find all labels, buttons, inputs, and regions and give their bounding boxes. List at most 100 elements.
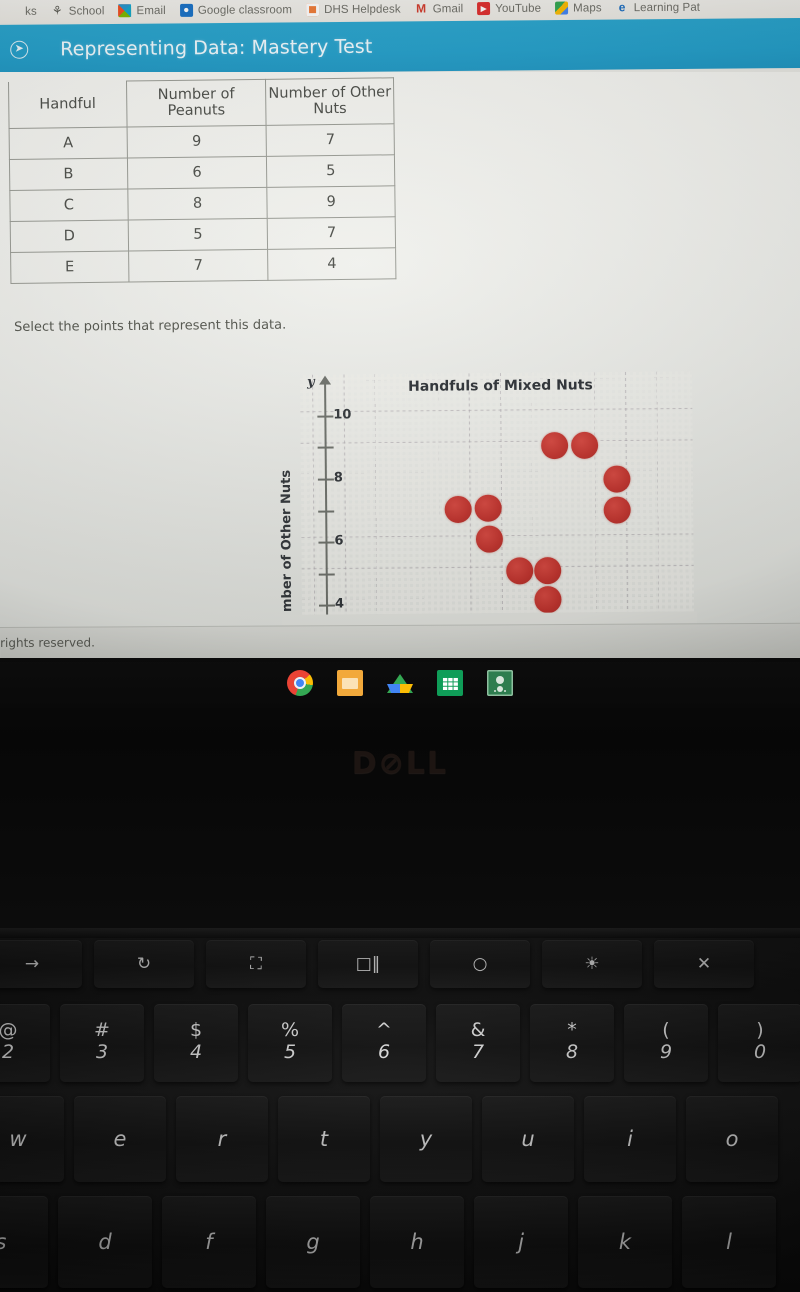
table-row: B 6 5: [9, 154, 395, 191]
reload-key[interactable]: ↻: [94, 940, 194, 988]
key-j[interactable]: j: [474, 1196, 568, 1288]
key-8[interactable]: * 8: [530, 1004, 614, 1082]
bookmark-maps[interactable]: Maps: [548, 0, 609, 18]
key-shift-label: *: [567, 1019, 577, 1042]
key-k[interactable]: k: [578, 1196, 672, 1288]
key-e[interactable]: e: [74, 1096, 166, 1182]
keyboard-qwerty-row[interactable]: wertyuio: [0, 1096, 778, 1182]
bookmark-label: ks: [25, 5, 37, 18]
scatter-chart[interactable]: Handfuls of Mixed Nuts y mber of Other N…: [279, 371, 698, 645]
google-classroom-icon[interactable]: [487, 670, 513, 696]
keyboard-home-row[interactable]: sdfghjkl: [0, 1196, 776, 1288]
key-t[interactable]: t: [278, 1096, 370, 1182]
bookmark-gmail[interactable]: M Gmail: [408, 0, 471, 19]
key-u[interactable]: u: [482, 1096, 574, 1182]
key-o[interactable]: o: [686, 1096, 778, 1182]
bookmark-school[interactable]: ⚘ School: [44, 1, 112, 21]
bookmark-label: Email: [136, 4, 166, 17]
forward-key[interactable]: →: [0, 940, 82, 988]
key-6[interactable]: ^ 6: [342, 1004, 426, 1082]
generic-icon: [7, 5, 20, 18]
key-y[interactable]: y: [380, 1096, 472, 1182]
keyboard-function-row[interactable]: → ↻ ⛶ □‖ ○ ☀ ✕: [0, 940, 754, 988]
table-row: D 5 7: [10, 216, 396, 253]
google-slides-icon[interactable]: [337, 670, 363, 696]
key-3[interactable]: #3: [60, 1004, 144, 1082]
key-r[interactable]: r: [176, 1096, 268, 1182]
chrome-icon[interactable]: [287, 670, 313, 696]
key-5[interactable]: % 5: [248, 1004, 332, 1082]
data-point[interactable]: [603, 496, 631, 524]
cell-handful: C: [9, 189, 128, 222]
key-i[interactable]: i: [584, 1096, 676, 1182]
mute-key[interactable]: ✕: [654, 940, 754, 988]
table-header-row: Handful Number of Peanuts Number of Othe…: [8, 77, 395, 129]
key-shift-label: $: [189, 1019, 203, 1042]
bookmark-google-classroom[interactable]: ● Google classroom: [173, 0, 299, 20]
key-7[interactable]: & 7: [436, 1004, 520, 1082]
key-label: 9: [659, 1041, 673, 1064]
gmail-icon: M: [416, 1, 427, 16]
y-tick-label-6: 6: [334, 533, 344, 549]
chart-gridlines: [299, 371, 695, 615]
data-point[interactable]: [571, 431, 599, 459]
bookmark-youtube[interactable]: ▶ YouTube: [470, 0, 548, 19]
key-shift-label: @: [0, 1019, 18, 1042]
key-h[interactable]: h: [370, 1196, 464, 1288]
data-point[interactable]: [541, 431, 569, 460]
brightness-up-key[interactable]: ☀: [542, 940, 642, 988]
brightness-down-key[interactable]: ○: [430, 940, 530, 988]
y-tick-label-10: 10: [333, 407, 352, 423]
back-arrow-circle-icon[interactable]: ➤: [10, 40, 29, 59]
laptop-screen: ks ⚘ School Email ● Google classroom DHS…: [0, 0, 800, 662]
key-0[interactable]: ) 0: [718, 1004, 800, 1082]
bookmark-learning-path[interactable]: e Learning Pat: [609, 0, 708, 18]
fullscreen-key[interactable]: ⛶: [206, 940, 306, 988]
key-9[interactable]: (9: [624, 1004, 708, 1082]
data-point[interactable]: [506, 557, 534, 585]
key-shift-label: ): [756, 1019, 764, 1042]
google-classroom-icon: ●: [179, 3, 193, 17]
data-point[interactable]: [603, 465, 631, 493]
key-f[interactable]: f: [162, 1196, 256, 1288]
key-label: 2: [1, 1041, 15, 1064]
bookmark-email[interactable]: Email: [111, 0, 172, 20]
bookmark-label: YouTube: [495, 2, 542, 15]
bookmark-label: DHS Helpdesk: [324, 3, 401, 16]
bookmark-dhs-helpdesk[interactable]: DHS Helpdesk: [299, 0, 408, 20]
cell-other-nuts: 7: [267, 216, 396, 250]
key-shift-label: %: [280, 1019, 300, 1042]
key-g[interactable]: g: [266, 1196, 360, 1288]
y-tick-8: [317, 478, 334, 481]
bookmark-ks[interactable]: ks: [0, 1, 44, 21]
microsoft-icon: [118, 4, 132, 18]
key-s[interactable]: s: [0, 1196, 48, 1288]
data-point[interactable]: [474, 494, 502, 522]
data-table: Handful Number of Peanuts Number of Othe…: [8, 77, 396, 284]
page-footer: rights reserved.: [0, 622, 800, 662]
overview-key[interactable]: □‖: [318, 940, 418, 988]
bookmark-label: School: [68, 4, 105, 18]
data-point[interactable]: [534, 586, 562, 614]
google-drive-icon[interactable]: [387, 670, 413, 696]
laptop-keyboard[interactable]: →↻⛶□‖○☀✕ @2#3$4%5^6&7*8(9)0 wertyuio sdf…: [0, 928, 800, 1292]
school-icon: ⚘: [51, 3, 63, 18]
key-shift-label: &: [470, 1019, 486, 1042]
key-w[interactable]: w: [0, 1096, 64, 1182]
data-point[interactable]: [534, 557, 562, 585]
data-point[interactable]: [444, 495, 472, 524]
chromeos-shelf[interactable]: [0, 658, 800, 708]
data-point[interactable]: [475, 525, 504, 553]
bookmark-label: Maps: [573, 1, 602, 14]
key-label: 7: [471, 1041, 485, 1064]
y-axis-letter: y: [306, 374, 315, 390]
key-2[interactable]: @2: [0, 1004, 50, 1082]
y-tick-6: [318, 541, 335, 544]
cell-other-nuts: 9: [267, 185, 396, 219]
keyboard-number-row[interactable]: @2 #3 $4% 5 ^ 6 & 7 * 8(9) 0: [0, 1004, 800, 1082]
key-l[interactable]: l: [682, 1196, 776, 1288]
table-row: C 8 9: [9, 185, 396, 222]
google-sheets-icon[interactable]: [437, 670, 463, 696]
key-d[interactable]: d: [58, 1196, 152, 1288]
key-4[interactable]: $4: [154, 1004, 238, 1082]
